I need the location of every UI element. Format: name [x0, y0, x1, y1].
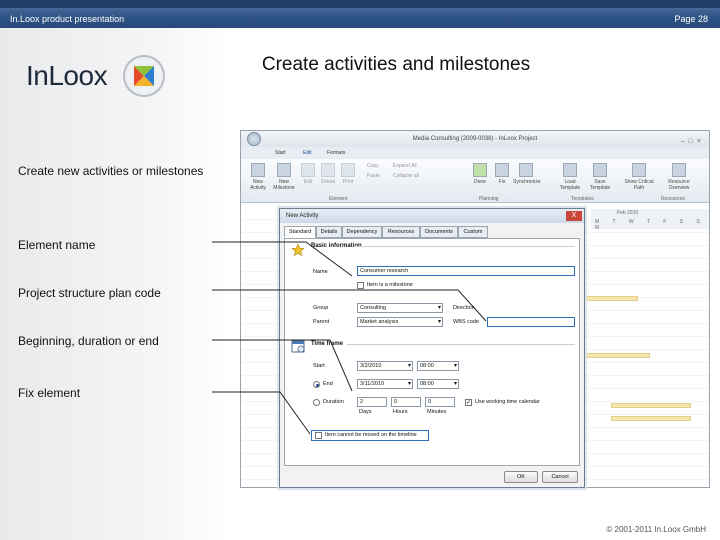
callout-line-time-frame	[212, 339, 353, 392]
copyright-footer: © 2001-2011 In.Loox GmbH	[606, 525, 706, 534]
callout-line-element-name	[212, 241, 353, 277]
callout-line-fix-element	[212, 391, 311, 435]
callout-lines	[212, 241, 487, 435]
callout-line-wbs-code	[212, 289, 487, 322]
